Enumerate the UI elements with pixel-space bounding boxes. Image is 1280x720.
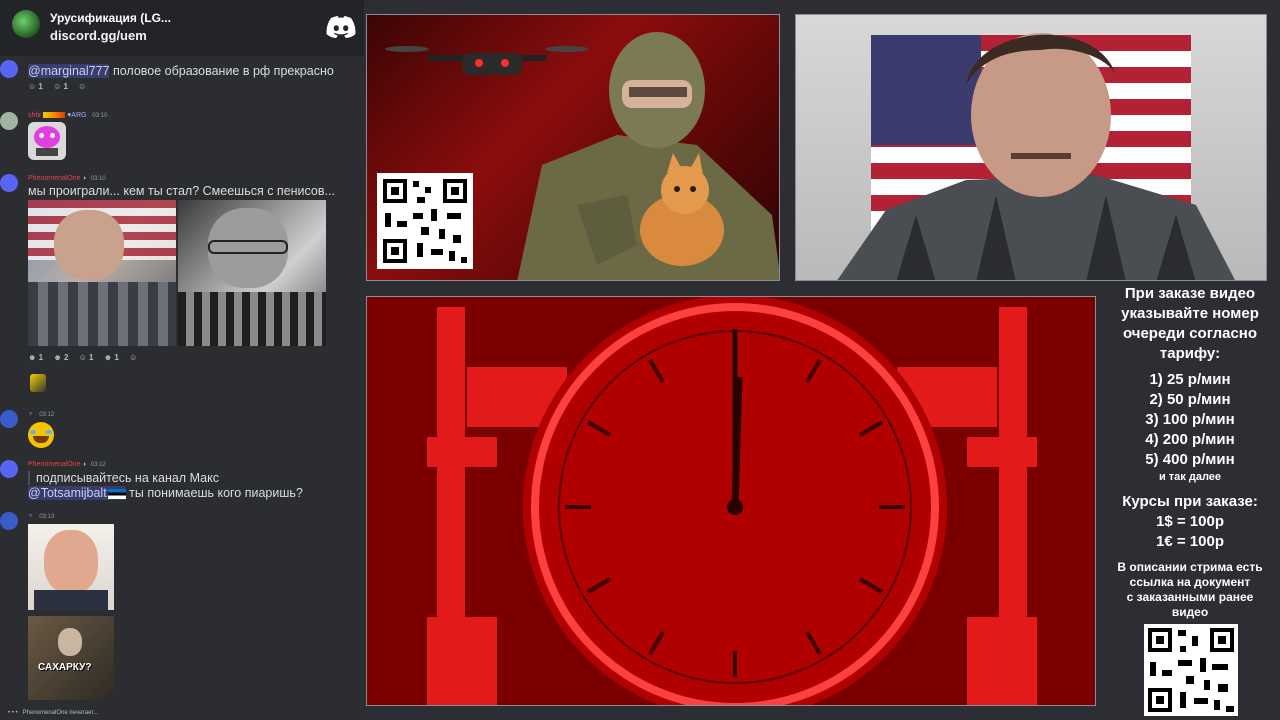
- tariff-list: 1) 25 р/мин 2) 50 р/мин 3) 100 р/мин 4) …: [1100, 370, 1280, 484]
- tariff-more: и так далее: [1158, 471, 1222, 483]
- order-instructions: При заказе видео указывайте номер очеред…: [1121, 285, 1259, 362]
- server-invite-link[interactable]: discord.gg/uem: [50, 28, 147, 43]
- message-text: мы проиграли... кем ты стал? Смеешься с …: [28, 184, 335, 198]
- user-mention[interactable]: @Totsamijbalt: [28, 486, 126, 500]
- user-avatar: [0, 112, 18, 130]
- sticker-image: [28, 524, 114, 610]
- tariff-item: 4) 200 р/мин: [1145, 431, 1235, 448]
- webcam-panel: [795, 14, 1267, 281]
- message-text: @Totsamijbalt ты понимаешь кого пиаришь?: [28, 486, 303, 500]
- message-author[interactable]: ♆ 03:12: [28, 411, 54, 418]
- reaction-bar[interactable]: ☺ 1 ☺ 1 ☺: [28, 82, 94, 91]
- tariff-item: 1) 25 р/мин: [1149, 371, 1231, 388]
- user-avatar: [0, 512, 18, 530]
- message-text: @marginal777 половое образование в рф пр…: [28, 64, 334, 78]
- tariff-item: 2) 50 р/мин: [1149, 391, 1231, 408]
- order-info-panel: При заказе видео указывайте номер очеред…: [1100, 284, 1280, 720]
- reaction[interactable]: ☺ 1: [53, 82, 68, 91]
- user-avatar: [0, 60, 18, 78]
- sticker-caption: САХАРКУ?: [38, 662, 92, 673]
- reaction[interactable]: ☺ 1: [79, 353, 94, 362]
- document-note: В описании стрима есть ссылка на докумен…: [1117, 560, 1263, 619]
- image-attachment[interactable]: [178, 200, 326, 346]
- user-avatar: [0, 410, 18, 428]
- server-avatar-icon: [12, 10, 40, 38]
- clock-face: [523, 297, 947, 705]
- tariff-item: 3) 100 р/мин: [1145, 411, 1235, 428]
- exchange-rates: Курсы при заказе: 1$ = 100р 1€ = 100р: [1100, 492, 1280, 552]
- rate-item: 1$ = 100р: [1156, 513, 1224, 530]
- reaction[interactable]: ☻ 2: [53, 353, 68, 362]
- message-author[interactable]: PhenomenalOne ◗ 03:12: [28, 461, 106, 468]
- soldier-artwork: [377, 32, 779, 280]
- laughing-emoji: [28, 422, 54, 448]
- image-attachment[interactable]: [28, 200, 176, 346]
- user-avatar: [0, 460, 18, 478]
- reaction[interactable]: ☻ 1: [28, 353, 43, 362]
- kremlin-clock-video: [367, 297, 1095, 705]
- reaction[interactable]: ☻ 1: [104, 353, 119, 362]
- qr-code: [377, 173, 473, 269]
- reaction[interactable]: ☺ 1: [28, 82, 43, 91]
- tariff-item: 5) 400 р/мин: [1145, 451, 1235, 468]
- webcam-feed: [837, 33, 1235, 280]
- message-author[interactable]: ♆ 03:13: [28, 513, 54, 520]
- sticker-image: САХАРКУ?: [28, 616, 114, 700]
- message-author[interactable]: PhenomenalOne ◗ 03:10: [28, 175, 106, 182]
- server-header: Урусификация (LG... discord.gg/uem: [0, 0, 364, 56]
- artwork-panel: [366, 14, 780, 281]
- server-name: Урусификация (LG...: [50, 11, 171, 25]
- add-reaction-icon[interactable]: ☺: [78, 82, 86, 91]
- emoji-image: [30, 374, 46, 392]
- message-author[interactable]: shtir ♥ARG 03:10: [28, 112, 107, 119]
- typing-indicator: • • • PhenomenalOne печатает...: [8, 710, 99, 716]
- qr-code: [1144, 624, 1238, 716]
- user-avatar: [0, 174, 18, 192]
- reply-quote: подписывайтесь на канал Макс: [28, 471, 219, 485]
- clock-hand: [731, 376, 743, 508]
- reaction-bar[interactable]: ☻ 1 ☻ 2 ☺ 1 ☻ 1 ☺: [28, 353, 145, 362]
- stream-layout: Урусификация (LG... discord.gg/uem @marg…: [0, 0, 1280, 720]
- add-reaction-icon[interactable]: ☺: [129, 353, 137, 362]
- discord-logo-icon: [326, 16, 356, 38]
- clock-panel: [366, 296, 1096, 706]
- discord-chat-overlay: Урусификация (LG... discord.gg/uem @marg…: [0, 0, 364, 720]
- rate-item: 1€ = 100р: [1156, 533, 1224, 550]
- drone-icon: [385, 46, 589, 75]
- user-mention[interactable]: @marginal777: [28, 64, 110, 78]
- sticker-image: [28, 122, 66, 160]
